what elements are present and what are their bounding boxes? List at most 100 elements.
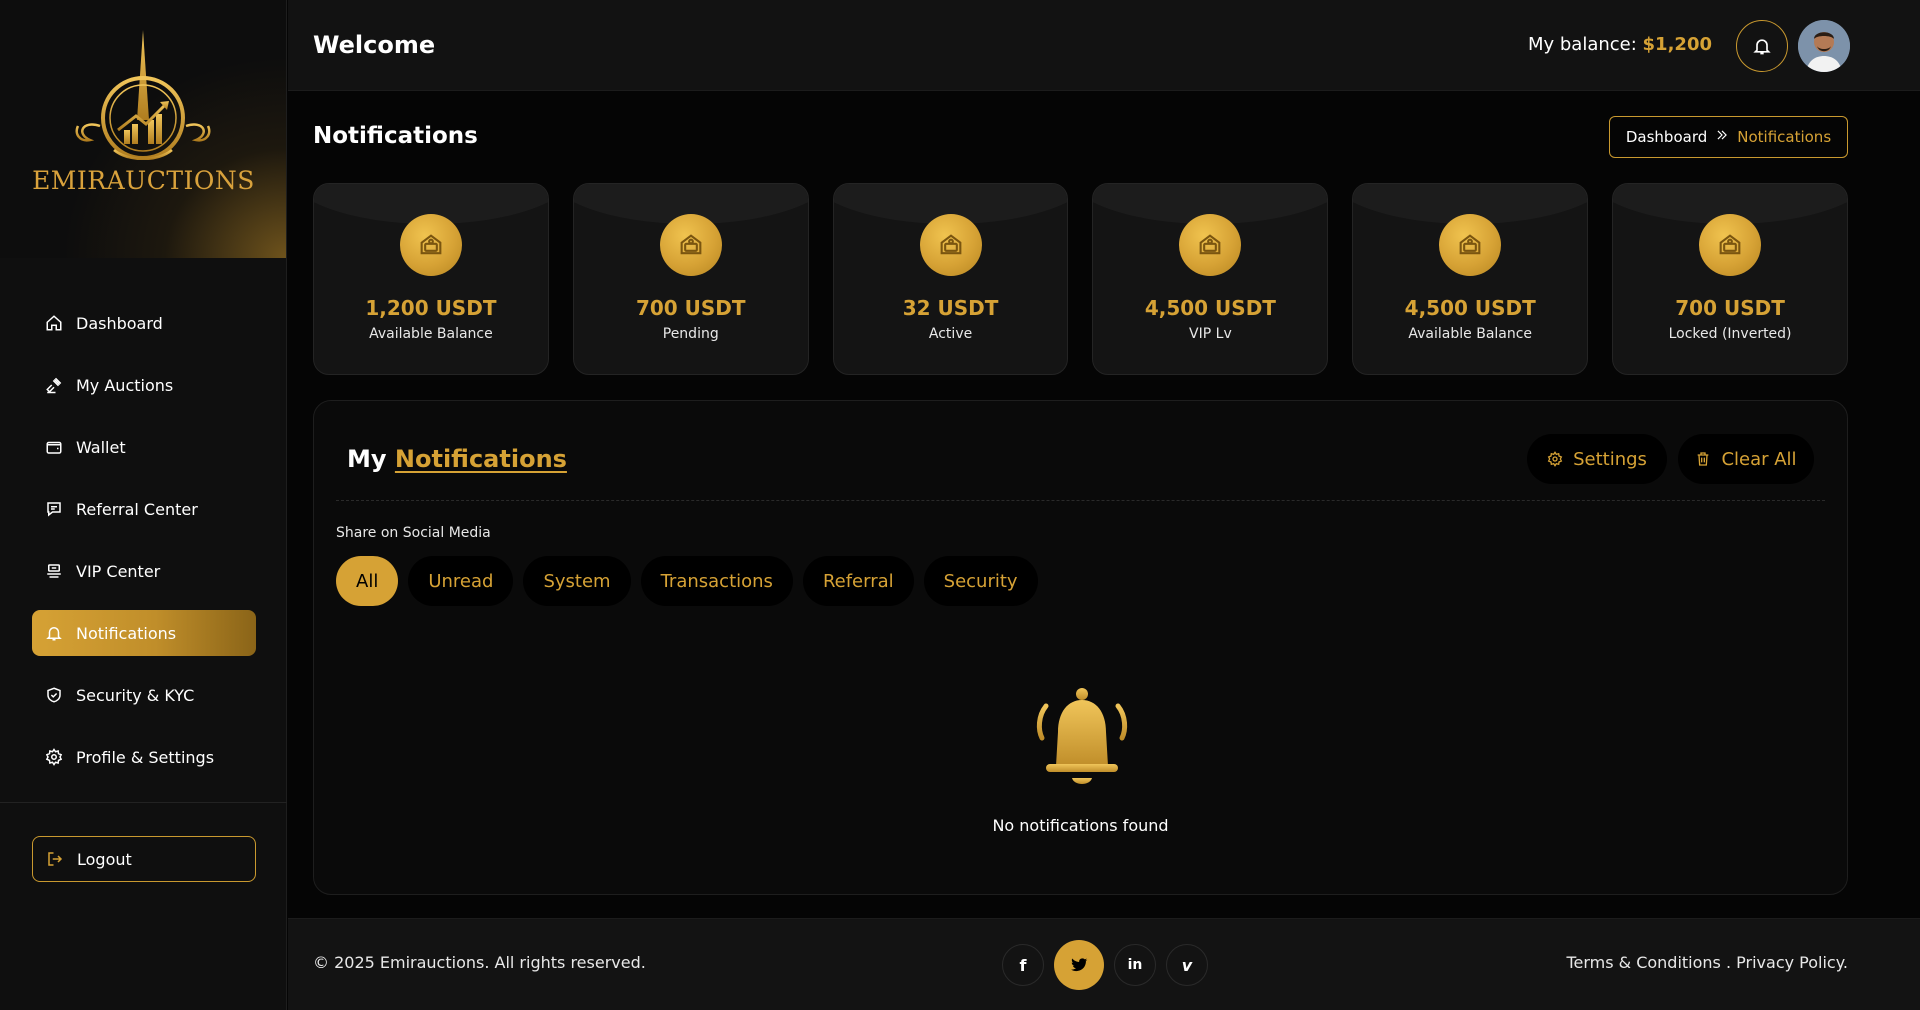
sidebar-item-referral-center[interactable]: Referral Center: [32, 486, 256, 532]
sidebar-item-vip-center[interactable]: VIP Center: [32, 548, 256, 594]
wallet-badge-icon: [399, 214, 462, 276]
twitter-icon: [1071, 958, 1088, 972]
sidebar-item-dashboard[interactable]: Dashboard: [32, 300, 256, 346]
sidebar-item-profile-settings[interactable]: Profile & Settings: [32, 734, 256, 780]
vip-icon: [44, 561, 64, 581]
tab-transactions[interactable]: Transactions: [640, 556, 793, 606]
balance-label: My balance:: [1527, 34, 1643, 55]
stat-value: 700 USDT: [635, 296, 746, 320]
wallet-badge-icon: [1439, 214, 1502, 276]
tab-security[interactable]: Security: [923, 556, 1038, 606]
stat-value: 700 USDT: [1675, 296, 1785, 320]
stat-value: 32 USDT: [902, 296, 999, 320]
sidebar-item-label: Security & KYC: [76, 685, 195, 705]
settings-label: Settings: [1573, 448, 1647, 470]
linkedin-link[interactable]: in: [1114, 944, 1156, 986]
sidebar-item-security-kyc[interactable]: Security & KYC: [32, 672, 256, 718]
stat-label: Locked (Inverted): [1668, 326, 1792, 342]
empty-state-message: No notifications found: [992, 816, 1169, 835]
footer: © 2025 Emirauctions. All rights reserved…: [288, 918, 1920, 1010]
share-label: Share on Social Media: [336, 525, 491, 541]
empty-bell-icon: [1036, 688, 1128, 784]
bell-icon: [44, 623, 64, 643]
logout-icon: [45, 849, 65, 869]
sidebar-item-label: Dashboard: [76, 313, 163, 333]
panel-title-prefix: My: [347, 445, 395, 473]
balance-display: My balance: $1,200: [1528, 34, 1712, 55]
tab-system[interactable]: System: [523, 556, 631, 606]
wallet-icon: [44, 437, 64, 457]
stat-value: 1,200 USDT: [365, 296, 497, 320]
message-icon: [44, 499, 64, 519]
vimeo-icon: v: [1181, 955, 1193, 975]
breadcrumb: Dashboard Notifications: [1609, 116, 1848, 158]
sidebar-item-notifications[interactable]: Notifications: [32, 610, 256, 656]
sidebar-nav: Dashboard My Auctions Wallet Referral Ce…: [32, 300, 256, 796]
logout-button[interactable]: Logout: [32, 836, 256, 882]
stat-card: 32 USDT Active: [832, 183, 1069, 375]
privacy-link[interactable]: Privacy Policy.: [1736, 953, 1848, 972]
wallet-badge-icon: [1699, 214, 1762, 276]
brand-name: EMIRAUCTIONS: [32, 166, 255, 195]
copyright-text: © 2025 Emirauctions. All rights reserved…: [313, 953, 646, 972]
user-avatar[interactable]: [1798, 20, 1850, 72]
breadcrumb-current: Notifications: [1737, 128, 1832, 146]
gear-icon: [1547, 451, 1563, 467]
sidebar-item-label: Referral Center: [76, 499, 198, 519]
gavel-icon: [44, 375, 64, 395]
notification-filter-tabs: All Unread System Transactions Referral …: [336, 556, 1038, 606]
chevron-double-right-icon: [1715, 128, 1729, 146]
tab-all[interactable]: All: [336, 556, 399, 606]
stat-label: Available Balance: [369, 326, 493, 342]
stat-card: 1,200 USDT Available Balance: [313, 183, 549, 375]
clear-all-button[interactable]: Clear All: [1678, 434, 1814, 484]
sidebar-item-label: VIP Center: [76, 561, 161, 581]
breadcrumb-dashboard-link[interactable]: Dashboard: [1626, 128, 1707, 146]
terms-link[interactable]: Terms & Conditions: [1566, 953, 1720, 972]
stat-label: Active: [928, 326, 973, 342]
facebook-link[interactable]: f: [1002, 944, 1044, 986]
clear-all-label: Clear All: [1721, 448, 1797, 470]
gear-icon: [44, 747, 64, 767]
stat-label: VIP Lv: [1189, 326, 1232, 342]
sidebar-item-wallet[interactable]: Wallet: [32, 424, 256, 470]
trash-icon: [1698, 452, 1709, 466]
welcome-title: Welcome: [313, 31, 436, 59]
sidebar-item-label: Notifications: [76, 623, 177, 643]
stat-value: 4,500 USDT: [1404, 296, 1536, 320]
notification-bell-button[interactable]: [1736, 20, 1788, 72]
brand-logo[interactable]: EMIRAUCTIONS: [0, 0, 286, 258]
panel-title: My Notifications: [347, 445, 567, 473]
sidebar-divider: [0, 802, 287, 803]
tab-unread[interactable]: Unread: [408, 556, 514, 606]
sidebar-item-label: Wallet: [76, 437, 126, 457]
facebook-icon: f: [1019, 955, 1027, 975]
stat-label: Pending: [662, 326, 719, 342]
settings-button[interactable]: Settings: [1527, 434, 1667, 484]
wallet-badge-icon: [659, 214, 722, 276]
logo-emblem-icon: [75, 30, 211, 160]
sidebar-item-my-auctions[interactable]: My Auctions: [32, 362, 256, 408]
shield-icon: [44, 685, 64, 705]
balance-value: $1,200: [1642, 34, 1712, 55]
stat-card: 700 USDT Locked (Inverted): [1612, 183, 1848, 375]
social-links: f in v: [1002, 940, 1208, 990]
bell-icon: [1753, 39, 1771, 55]
sidebar-item-label: My Auctions: [76, 375, 174, 395]
top-header: Welcome My balance: $1,200: [288, 0, 1920, 91]
stat-value: 4,500 USDT: [1144, 296, 1276, 320]
wallet-badge-icon: [1179, 214, 1242, 276]
linkedin-icon: in: [1127, 957, 1143, 973]
tab-referral[interactable]: Referral: [802, 556, 914, 606]
stat-card: 700 USDT Pending: [572, 183, 809, 375]
stats-cards: 1,200 USDT Available Balance 700 USDT Pe…: [313, 183, 1848, 375]
vimeo-link[interactable]: v: [1166, 944, 1208, 986]
stat-card: 4,500 USDT Available Balance: [1352, 183, 1589, 375]
notifications-panel: My Notifications Settings Clear All Shar…: [313, 400, 1848, 895]
stat-card: 4,500 USDT VIP Lv: [1092, 183, 1329, 375]
twitter-link[interactable]: [1054, 940, 1104, 990]
avatar-icon: [1798, 20, 1850, 72]
logout-label: Logout: [77, 849, 132, 869]
home-icon: [44, 313, 64, 333]
wallet-badge-icon: [919, 214, 982, 276]
